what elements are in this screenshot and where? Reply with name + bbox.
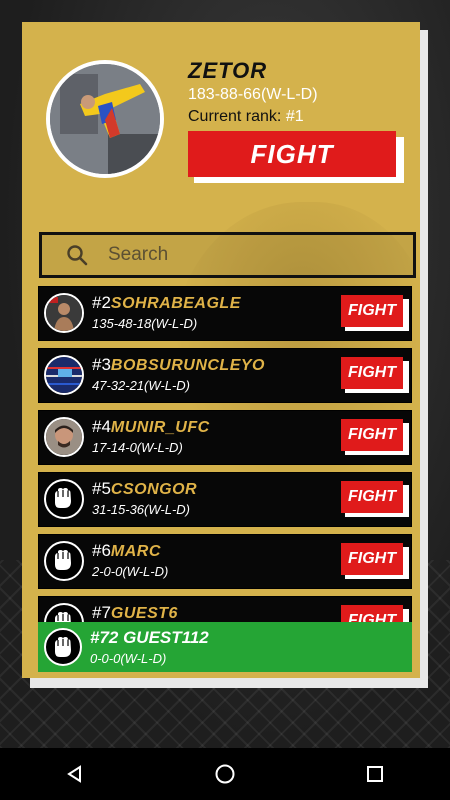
opponent-fight-button[interactable]: FIGHT [341, 295, 403, 327]
opponent-row[interactable]: #5CSONGOR 31-15-36(W-L-D) FIGHT [38, 472, 412, 527]
opponent-fight-button[interactable]: FIGHT [341, 481, 403, 513]
opponent-rank-name: #6MARC [92, 541, 161, 561]
search-input[interactable] [106, 243, 370, 267]
opponent-record: 2-0-0(W-L-D) [92, 564, 169, 579]
opponent-rank: #5 [92, 479, 111, 498]
self-rank-name: #72 GUEST112 [90, 628, 209, 647]
opponent-row[interactable]: #6MARC 2-0-0(W-L-D) FIGHT [38, 534, 412, 589]
fist-icon [55, 488, 71, 508]
opponent-avatar [44, 541, 84, 581]
opponent-rank-name: #5CSONGOR [92, 479, 197, 499]
recents-button[interactable] [345, 748, 405, 800]
opponent-list[interactable]: #2SOHRABEAGLE 135-48-18(W-L-D) FIGHT #3BOBS… [38, 286, 412, 630]
profile-rank: Current rank: #1 [188, 108, 304, 126]
opponent-rank-name: #2SOHRABEAGLE [92, 293, 241, 313]
opponent-avatar [44, 293, 84, 333]
opponent-fight-button[interactable]: FIGHT [341, 419, 403, 451]
search-icon [67, 245, 88, 266]
opponent-name: SOHRABEAGLE [110, 295, 241, 312]
opponent-rank: #2 [92, 293, 111, 312]
opponent-name: MARC [110, 543, 161, 560]
opponent-record: 47-32-21(W-L-D) [92, 378, 191, 393]
opponent-rank: #3 [92, 355, 111, 374]
back-icon [67, 765, 81, 783]
opponent-rank: #4 [92, 417, 111, 436]
opponent-record: 135-48-18(W-L-D) [92, 316, 198, 331]
opponent-avatar [44, 417, 84, 457]
fist-icon [55, 550, 71, 570]
opponent-name: CSONGOR [110, 481, 198, 498]
search-bar[interactable] [39, 232, 416, 278]
opponent-rank: #6 [92, 541, 111, 560]
rank-value: #1 [285, 108, 304, 125]
profile-username: ZETOR [188, 58, 268, 83]
opponent-row[interactable]: #4MUNIR_UFC 17-14-0(W-L-D) FIGHT [38, 410, 412, 465]
opponent-avatar [44, 355, 84, 395]
opponent-avatar [44, 479, 84, 519]
self-rank-row: #72 GUEST112 0-0-0(W-L-D) [38, 622, 412, 672]
home-icon [215, 764, 235, 784]
profile-record: 183-88-66(W-L-D) [188, 86, 318, 103]
opponent-record: 31-15-36(W-L-D) [92, 502, 191, 517]
opponent-name: BOBSURUNCLEYO [110, 357, 265, 374]
android-navbar [0, 748, 450, 800]
face-photo [46, 419, 82, 455]
fist-icon [55, 637, 71, 657]
ring-photo [46, 357, 82, 393]
self-avatar [44, 628, 82, 666]
back-button[interactable] [45, 748, 105, 800]
opponent-rank-name: #3BOBSURUNCLEYO [92, 355, 265, 375]
opponent-fight-button[interactable]: FIGHT [341, 357, 403, 389]
opponent-rank-name: #7GUEST6 [92, 603, 178, 623]
opponent-record: 17-14-0(W-L-D) [92, 440, 183, 455]
opponent-fight-button[interactable]: FIGHT [341, 543, 403, 575]
self-record: 0-0-0(W-L-D) [90, 651, 167, 666]
opponent-name: GUEST6 [110, 605, 178, 622]
home-button[interactable] [195, 748, 255, 800]
recents-icon [367, 766, 383, 782]
opponent-row[interactable]: #3BOBSURUNCLEYO 47-32-21(W-L-D) FIGHT [38, 348, 412, 403]
opponent-name: MUNIR_UFC [110, 419, 210, 436]
opponent-rank-name: #4MUNIR_UFC [92, 417, 210, 437]
rank-label: Current rank: [188, 108, 282, 125]
ufc-fighter-photo [46, 295, 82, 331]
profile-avatar[interactable] [46, 60, 164, 178]
leaderboard-card: ZETOR 183-88-66(W-L-D) Current rank: #1 … [22, 22, 420, 678]
opponent-row[interactable]: #2SOHRABEAGLE 135-48-18(W-L-D) FIGHT [38, 286, 412, 341]
fight-button[interactable]: FIGHT [188, 131, 396, 177]
opponent-rank: #7 [92, 603, 111, 622]
